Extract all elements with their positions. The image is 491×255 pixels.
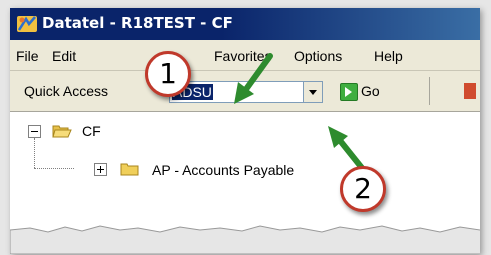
callout-badge-2: 2: [340, 166, 386, 212]
tree-child-label[interactable]: AP - Accounts Payable: [152, 162, 294, 178]
go-button[interactable]: Go: [340, 81, 390, 103]
menu-edit[interactable]: Edit: [52, 48, 76, 64]
expand-toggle[interactable]: [94, 163, 107, 176]
torn-edge: [10, 225, 480, 254]
menu-help[interactable]: Help: [374, 48, 403, 64]
menu-file[interactable]: File: [16, 48, 39, 64]
callout-badge-1: 1: [145, 51, 191, 97]
arrow-1-icon: [234, 53, 273, 104]
toolbar-partial-icon[interactable]: [464, 83, 476, 99]
window-title: Datatel - R18TEST - CF: [42, 14, 233, 32]
tree-root-label[interactable]: CF: [82, 123, 101, 139]
tree-connector: [34, 168, 74, 169]
quick-access-label: Quick Access: [24, 83, 109, 99]
folder-closed-icon: [120, 163, 139, 176]
go-arrow-icon: [340, 83, 358, 101]
menu-options[interactable]: Options: [294, 48, 342, 64]
dropdown-arrow-button[interactable]: [303, 82, 322, 102]
go-button-label: Go: [361, 83, 380, 99]
tree-connector: [34, 138, 35, 168]
toolbar-separator: [429, 77, 430, 105]
collapse-toggle[interactable]: [28, 125, 41, 138]
datatel-app-icon: [17, 16, 37, 32]
title-bar: Datatel - R18TEST - CF: [10, 8, 480, 40]
folder-open-icon: [52, 125, 72, 138]
screenshot-frame: Datatel - R18TEST - CF File Edit Favorit…: [10, 8, 480, 254]
